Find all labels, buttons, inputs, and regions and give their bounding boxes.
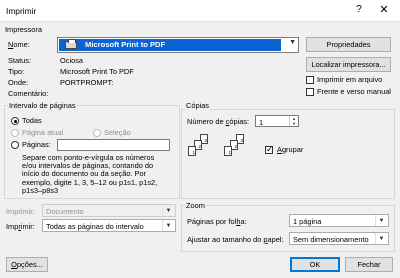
properties-button[interactable]: Propriedades [306,37,391,52]
printer-selected: Microsoft Print to PDF [59,39,281,51]
scale-select[interactable]: Sem dimensionamento ▼ [289,232,389,245]
chevron-down-icon: ▼ [375,215,387,226]
print-pages-value: Todas as páginas do intervalo [46,222,144,231]
range-selection-radio[interactable] [93,129,101,137]
where-label: Onde: [8,78,29,87]
options-button[interactable]: Opções... [6,257,48,272]
range-current-radio[interactable] [11,129,19,137]
chevron-down-icon: ▼ [375,233,387,244]
print-what-value: Documento [46,207,84,216]
print-what-label: Imprimir: [6,207,35,216]
copies-group-label: Cópias [185,101,211,110]
pages-per-sheet-label: Páginas por folha: [187,217,247,226]
spinner-arrows-icon[interactable]: ▲ ▼ [289,116,298,126]
collate-label: Agrupar [277,145,304,154]
zoom-group-label: Zoom [185,201,206,210]
ok-button[interactable]: OK [290,257,340,272]
print-to-file-label: Imprimir em arquivo [317,75,383,84]
close-dialog-button[interactable]: Fechar [345,257,393,272]
help-button[interactable]: ? [352,4,366,15]
printer-group-label: Impressora [5,25,42,34]
print-pages-select[interactable]: Todas as páginas do intervalo ▼ [42,219,176,232]
copies-spinner[interactable]: 1 ▲ ▼ [255,115,299,127]
range-all-radio[interactable] [11,117,19,125]
print-pages-label: Imprimir: [6,222,35,231]
printer-name-label: Nome: [8,40,30,49]
collate-checkbox[interactable] [265,144,274,155]
range-current-label: Página atual [22,128,64,137]
close-button[interactable]: ✕ [376,3,392,16]
scale-label: Ajustar ao tamanho do papel: [187,235,284,244]
range-all-label: Todas [22,116,42,125]
collate-illustration-1: 3 2 1 [186,134,216,168]
pages-input[interactable] [57,139,170,151]
range-pages-label: Páginas: [22,140,51,149]
copies-count-value: 1 [259,118,264,127]
status-value: Ociosa [60,56,84,65]
pages-per-sheet-value: 1 página [293,217,322,226]
manual-duplex-checkbox[interactable] [306,88,314,96]
printer-select[interactable]: Microsoft Print to PDF ▼ [57,37,299,53]
pages-per-sheet-select[interactable]: 1 página ▼ [289,214,389,227]
status-label: Status: [8,56,32,65]
range-pages-radio[interactable] [11,141,19,149]
find-printer-button[interactable]: Localizar impressora... [306,57,391,72]
printer-selected-name: Microsoft Print to PDF [85,40,166,49]
type-value: Microsoft Print To PDF [60,67,134,76]
type-label: Tipo: [8,67,25,76]
where-value: PORTPROMPT: [60,78,114,87]
manual-duplex-label: Frente e verso manual [317,87,391,96]
hint-line: p1s3–p8s3 [22,185,59,195]
page-range-group-label: Intervalo de páginas [8,101,77,110]
print-to-file-checkbox[interactable] [306,76,314,84]
collate-illustration-2: 3 2 1 [222,134,252,168]
window-title: Imprimir [6,6,37,16]
scale-value: Sem dimensionamento [293,235,369,244]
title-bar [0,0,400,22]
chevron-down-icon: ▼ [162,205,174,216]
page-range-hint: Separe com ponto-e-vírgula os números e/… [22,153,157,195]
copies-count-label: Número de cópias: [187,117,250,126]
chevron-down-icon: ▼ [162,220,174,231]
print-what-select[interactable]: Documento ▼ [42,204,176,217]
comment-label: Comentário: [8,89,49,98]
printer-icon [65,39,77,49]
chevron-down-icon: ▼ [289,39,296,46]
range-selection-label: Seleção [104,128,131,137]
